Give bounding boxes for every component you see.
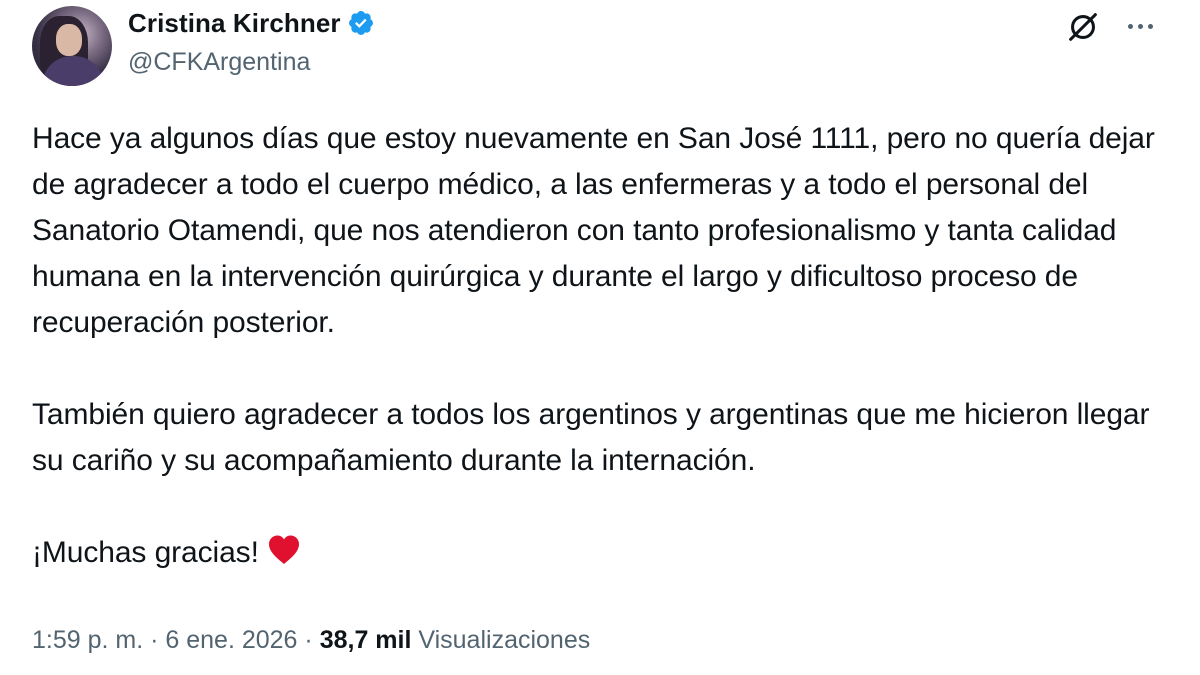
more-dot-icon [1127,23,1133,29]
tweet-paragraph: Hace ya algunos días que estoy nuevament… [32,122,1155,339]
meta-separator: · [143,626,166,654]
tweet-date[interactable]: 6 ene. 2026 [165,626,297,654]
verified-badge-icon [348,11,373,35]
avatar[interactable] [32,6,112,86]
tweet-paragraph: También quiero agradecer a todos los arg… [32,398,1150,477]
tweet-meta: 1:59 p. m. · 6 ene. 2026 · 38,7 mil Visu… [32,622,590,658]
views-count: 38,7 mil [319,626,412,654]
meta-separator: · [297,626,320,654]
views-label: Visualizaciones [418,626,591,654]
author-display-name[interactable]: Cristina Kirchner [128,6,341,40]
tweet-card: Cristina Kirchner @CFKArgentina Hace ya … [0,0,1200,675]
tweet-paragraph-closing: ¡Muchas gracias! [32,530,1162,576]
tweet-paragraph: ¡Muchas gracias! [32,536,259,569]
tweet-text: Hace ya algunos días que estoy nuevament… [32,116,1162,576]
avatar-face [56,24,82,56]
tweet-time[interactable]: 1:59 p. m. [32,626,143,654]
author-handle[interactable]: @CFKArgentina [128,46,310,78]
author-name-row: Cristina Kirchner [128,6,375,40]
more-dot-icon [1147,23,1153,29]
more-dot-icon [1137,23,1143,29]
red-heart-icon [268,535,299,564]
more-options-icon[interactable] [1120,8,1160,44]
grok-icon[interactable] [1064,8,1102,46]
